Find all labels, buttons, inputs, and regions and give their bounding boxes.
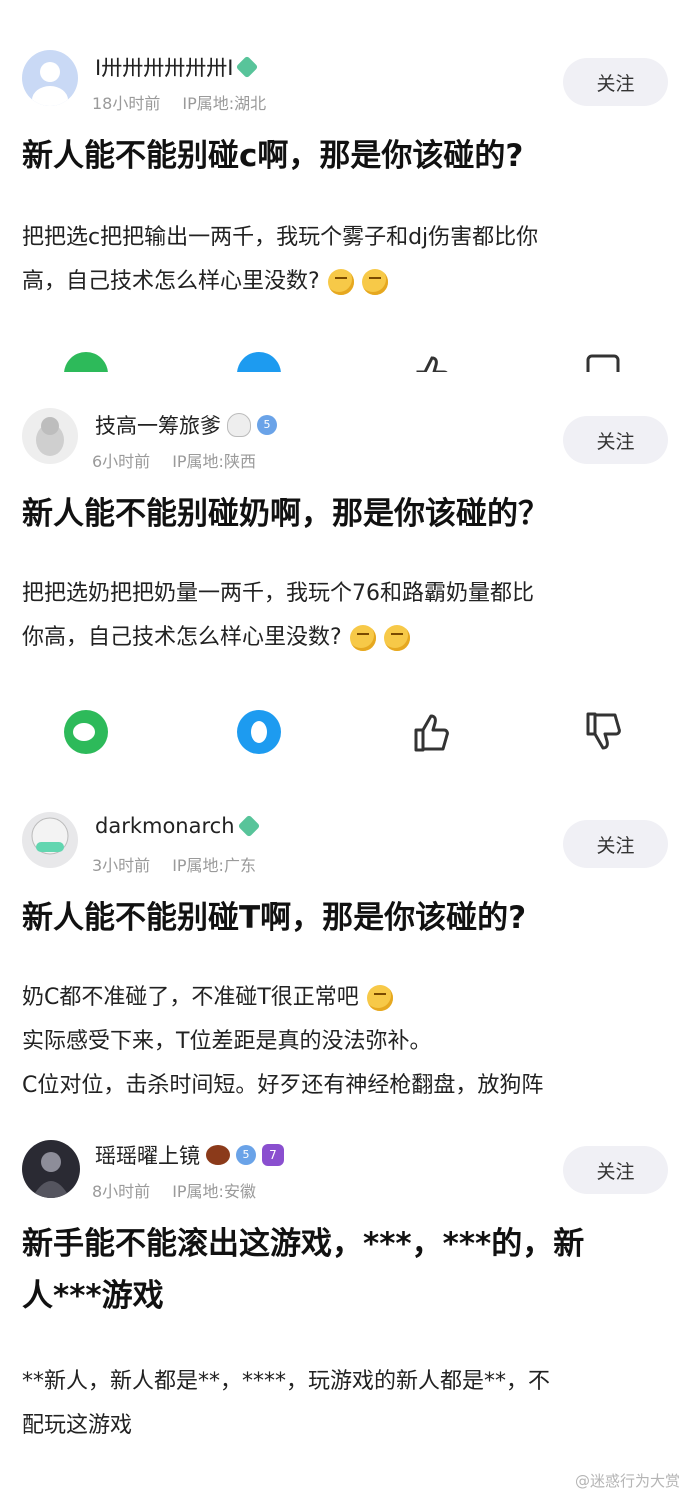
- sweat-emoji-icon: [366, 985, 393, 1011]
- follow-button[interactable]: 关注: [563, 416, 668, 464]
- qq-share-icon[interactable]: [237, 710, 281, 754]
- post-title: 新人能不能别碰c啊，那是你该碰的?: [22, 138, 524, 174]
- username[interactable]: 技高一筹旅爹: [95, 410, 221, 440]
- post-meta: 18小时前 IP属地:湖北: [92, 90, 266, 114]
- post-time: 8小时前: [92, 1182, 151, 1201]
- body-line: **新人，新人都是**，****，玩游戏的新人都是**，不: [22, 1369, 551, 1394]
- post-body: **新人，新人都是**，****，玩游戏的新人都是**，不 配玩这游戏: [22, 1360, 672, 1448]
- sketch-avatar-icon: [36, 417, 64, 456]
- ghost-emoji-icon: [227, 413, 251, 437]
- username-row: darkmonarch: [95, 814, 260, 838]
- post-time: 6小时前: [92, 452, 151, 471]
- follow-button[interactable]: 关注: [563, 1146, 668, 1194]
- default-avatar-icon: [32, 62, 68, 106]
- watermark: @迷惑行为大赏: [574, 1472, 680, 1490]
- post-3: darkmonarch 3小时前 IP属地:广东 关注 新人能不能别碰T啊，那是你…: [0, 770, 690, 1120]
- chestnut-icon: [206, 1145, 230, 1165]
- rank-badge: 7: [262, 1144, 284, 1166]
- level-badge: 5: [257, 415, 277, 435]
- follow-button[interactable]: 关注: [563, 820, 668, 868]
- body-line: C位对位，击杀时间短。好歹还有神经枪翻盘，放狗阵: [22, 1073, 544, 1098]
- wechat-share-icon[interactable]: [64, 710, 108, 754]
- thinking-emoji-icon: [383, 625, 410, 651]
- body-line: 把把选c把把输出一两千，我玩个雾子和dj伤害都比你: [22, 225, 539, 250]
- ip-location: IP属地:湖北: [182, 94, 267, 113]
- post-body: 把把选奶把把奶量一两千，我玩个76和路霸奶量都比 你高，自己技术怎么样心里没数?: [22, 572, 672, 660]
- username-row: 瑶瑶曜上镜 5 7: [95, 1140, 284, 1170]
- follow-button[interactable]: 关注: [563, 58, 668, 106]
- post-body: 把把选c把把输出一两千，我玩个雾子和dj伤害都比你 高，自己技术怎么样心里没数?: [22, 216, 672, 304]
- post-2: 技高一筹旅爹 5 6小时前 IP属地:陕西 关注 新人能不能别碰奶啊，那是你该碰的…: [0, 372, 690, 770]
- title-line: 新手能不能滚出这游戏，***，***的，新: [22, 1226, 585, 1262]
- post-time: 18小时前: [92, 94, 161, 113]
- avatar[interactable]: [22, 812, 78, 868]
- body-line-with-emoji: 高，自己技术怎么样心里没数?: [22, 260, 672, 304]
- post-title: 新人能不能别碰T啊，那是你该碰的?: [22, 900, 527, 936]
- thumbs-down-icon[interactable]: [582, 352, 626, 372]
- qq-share-icon[interactable]: [237, 352, 281, 372]
- username-row: I卅卅卅卅卅卅I: [95, 52, 259, 82]
- username[interactable]: I卅卅卅卅卅卅I: [95, 52, 233, 82]
- avatar[interactable]: [22, 1140, 80, 1198]
- ip-location: IP属地:安徽: [172, 1182, 256, 1201]
- post-body: 奶C都不准碰了，不准碰T很正常吧 实际感受下来，T位差距是真的没法弥补。 C位对…: [22, 976, 672, 1108]
- vip-badge-icon: [236, 55, 259, 79]
- thinking-emoji-icon: [349, 625, 376, 651]
- username-row: 技高一筹旅爹 5: [95, 410, 277, 440]
- action-bar: [0, 352, 690, 372]
- thumbs-up-icon[interactable]: [410, 352, 454, 372]
- username[interactable]: 瑶瑶曜上镜: [95, 1140, 200, 1170]
- post-4: 瑶瑶曜上镜 5 7 8小时前 IP属地:安徽 关注 新手能不能滚出这游戏，***，…: [0, 1120, 690, 1495]
- thumbs-down-icon[interactable]: [582, 710, 626, 754]
- thinking-emoji-icon: [361, 269, 388, 295]
- post-time: 3小时前: [92, 856, 151, 875]
- ip-location: IP属地:广东: [172, 856, 256, 875]
- body-line: 配玩这游戏: [22, 1413, 133, 1438]
- avatar[interactable]: [22, 50, 78, 106]
- body-line-with-emoji: 你高，自己技术怎么样心里没数?: [22, 616, 672, 660]
- post-meta: 6小时前 IP属地:陕西: [92, 448, 256, 472]
- wechat-share-icon[interactable]: [64, 352, 108, 372]
- body-line: 把把选奶把把奶量一两千，我玩个76和路霸奶量都比: [22, 581, 534, 606]
- anime-avatar-icon: [31, 817, 69, 855]
- post-meta: 3小时前 IP属地:广东: [92, 852, 256, 876]
- post-1: I卅卅卅卅卅卅I 18小时前 IP属地:湖北 关注 新人能不能别碰c啊，那是你该碰…: [0, 0, 690, 372]
- action-bar: [0, 710, 690, 754]
- vip-badge-icon: [237, 814, 260, 838]
- dark-character-avatar-icon: [32, 1152, 70, 1198]
- title-line: 人***游戏: [22, 1278, 164, 1314]
- post-title: 新手能不能滚出这游戏，***，***的，新 人***游戏: [22, 1218, 672, 1322]
- level-badge: 5: [236, 1145, 256, 1165]
- username[interactable]: darkmonarch: [95, 814, 235, 838]
- body-line-with-emoji: 奶C都不准碰了，不准碰T很正常吧: [22, 976, 672, 1020]
- thinking-emoji-icon: [327, 269, 354, 295]
- post-meta: 8小时前 IP属地:安徽: [92, 1178, 256, 1202]
- body-line: 实际感受下来，T位差距是真的没法弥补。: [22, 1029, 432, 1054]
- ip-location: IP属地:陕西: [172, 452, 256, 471]
- avatar[interactable]: [22, 408, 78, 464]
- post-title: 新人能不能别碰奶啊，那是你该碰的？: [22, 496, 549, 532]
- thumbs-up-icon[interactable]: [410, 710, 454, 754]
